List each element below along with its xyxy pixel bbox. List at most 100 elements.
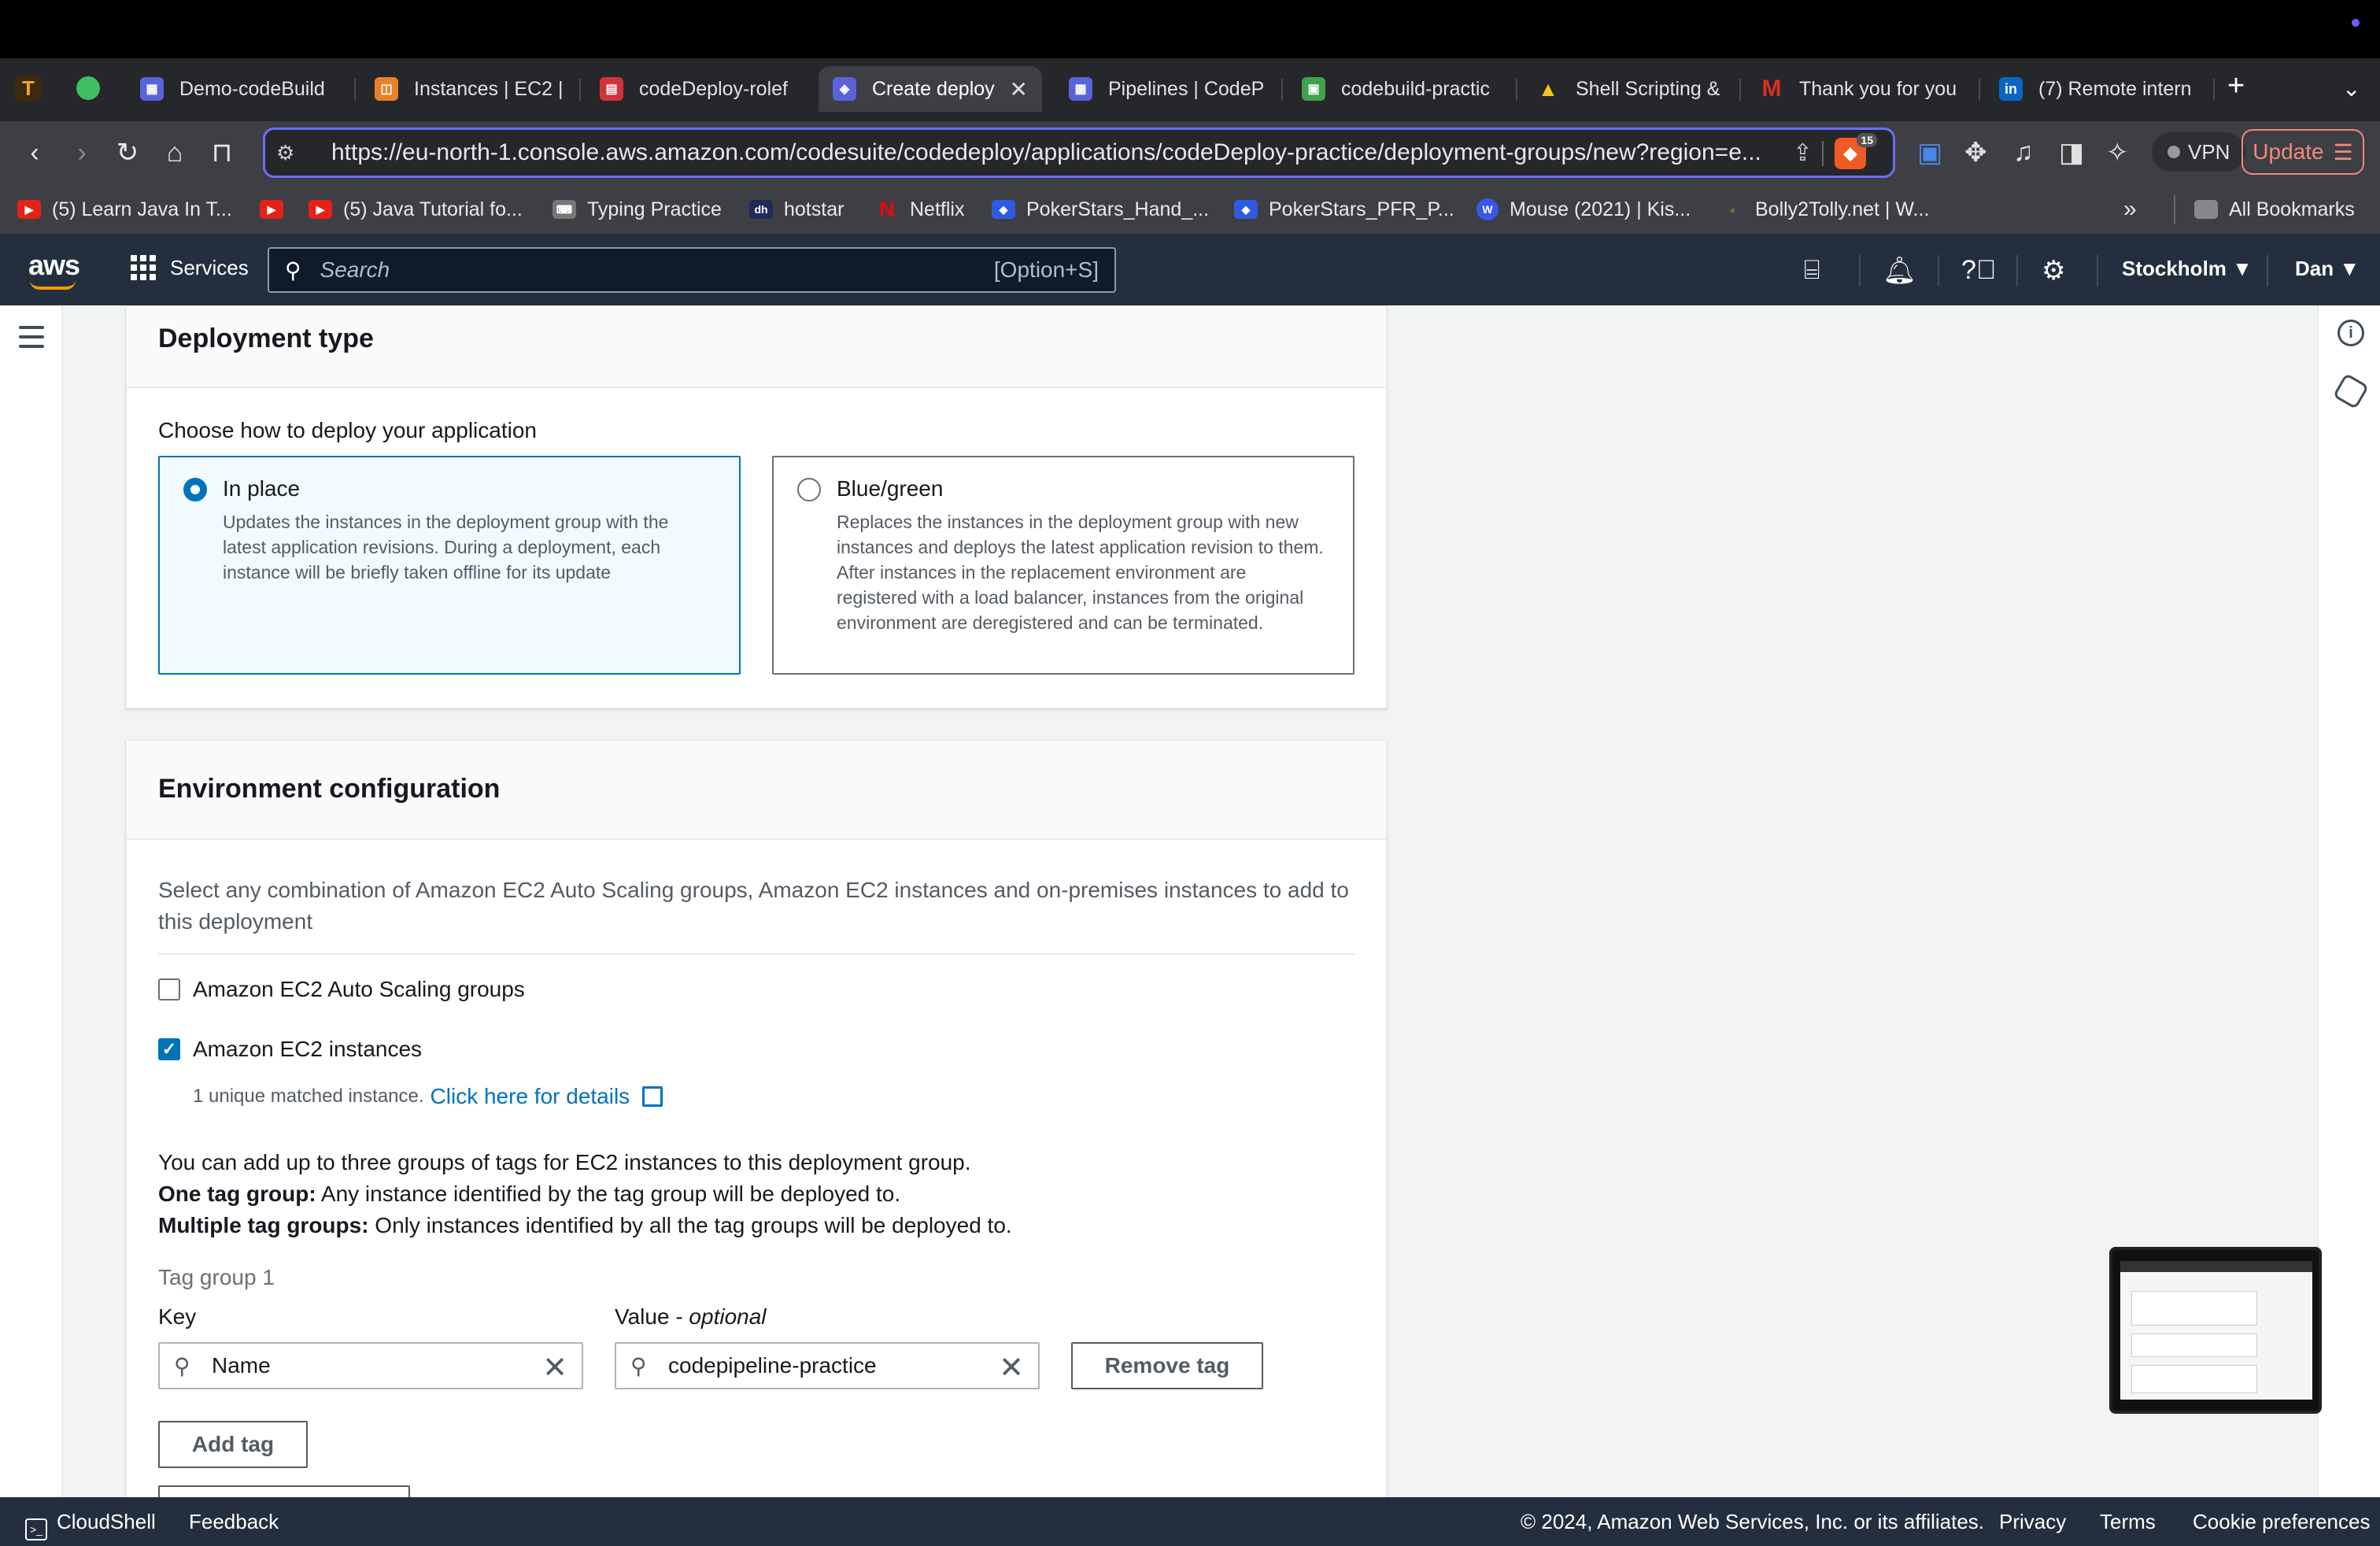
url-text[interactable]: https://eu-north-1.console.aws.amazon.co…: [331, 139, 1779, 166]
tag-key-input[interactable]: ⚲ Name ✕: [158, 1342, 583, 1389]
environment-configuration-panel: Environment configuration Select any com…: [126, 740, 1387, 1517]
environment-description: Select any combination of Amazon EC2 Aut…: [158, 878, 1349, 934]
youtube-icon: ▶: [17, 200, 41, 219]
key-label: Key: [158, 1304, 197, 1329]
details-link[interactable]: Click here for details: [431, 1084, 630, 1109]
tab-codedeploy-role[interactable]: ▤ codeDeploy-rolef: [586, 66, 806, 112]
notifications-bell-icon[interactable]: 🔔︎: [1883, 255, 1916, 287]
hamburger-menu-icon[interactable]: [19, 326, 44, 354]
external-link-icon[interactable]: [642, 1086, 663, 1107]
services-menu[interactable]: Services: [131, 255, 249, 280]
pinned-tab-green[interactable]: [66, 66, 110, 110]
vpn-button[interactable]: VPN: [2152, 132, 2246, 172]
bookmark-icon[interactable]: ⊓: [205, 135, 239, 170]
youtube-icon: ▶: [309, 200, 332, 219]
aws-logo[interactable]: aws: [28, 249, 80, 290]
all-bookmarks[interactable]: All Bookmarks: [2174, 195, 2355, 224]
info-icon[interactable]: i: [2338, 320, 2364, 346]
blue-green-option[interactable]: Blue/green Replaces the instances in the…: [772, 456, 1354, 675]
ec2-instances-checkbox[interactable]: ✓ Amazon EC2 instances: [158, 1037, 422, 1062]
tab-list-chevron-icon[interactable]: ⌄: [2342, 76, 2360, 102]
feedback-hex-icon[interactable]: [2332, 372, 2370, 410]
console-footer: >_ CloudShell Feedback © 2024, Amazon Web…: [0, 1497, 2380, 1546]
codepipeline-icon: ▦: [1069, 77, 1092, 101]
tab-instances-ec2[interactable]: ◫ Instances | EC2 |: [360, 66, 573, 112]
asg-checkbox[interactable]: Amazon EC2 Auto Scaling groups: [158, 977, 525, 1002]
clear-icon[interactable]: ✕: [999, 1350, 1024, 1385]
copyright-text: © 2024, Amazon Web Services, Inc. or its…: [1521, 1510, 1985, 1533]
tab-linkedin[interactable]: in (7) Remote intern: [1985, 66, 2213, 112]
sidebar-icon[interactable]: ◨: [2059, 137, 2084, 168]
settings-gear-icon[interactable]: ⚙: [2042, 255, 2065, 287]
keyboard-icon: ⌨: [552, 200, 576, 219]
site-settings-icon[interactable]: ⚙: [276, 141, 308, 165]
checkbox-checked-icon[interactable]: ✓: [158, 1038, 180, 1060]
bookmark-item[interactable]: ◆ PokerStars_PFR_P...: [1234, 195, 1454, 224]
reload-icon[interactable]: ↻: [110, 135, 145, 170]
feedback-link[interactable]: Feedback: [189, 1510, 279, 1534]
address-bar[interactable]: ⚙ https://eu-north-1.console.aws.amazon.…: [263, 128, 1895, 178]
radio-selected[interactable]: [183, 478, 207, 501]
add-tag-button[interactable]: Add tag: [158, 1421, 308, 1468]
linkedin-icon: in: [1999, 77, 2023, 101]
deploy-method-label: Choose how to deploy your application: [158, 418, 537, 442]
in-place-option[interactable]: In place Updates the instances in the de…: [158, 456, 741, 675]
tab-pipelines[interactable]: ▦ Pipelines | CodeP: [1055, 66, 1275, 112]
folder-icon: [2194, 200, 2218, 219]
music-icon[interactable]: ♫: [2013, 137, 2034, 168]
privacy-link[interactable]: Privacy: [1999, 1510, 2066, 1534]
tag-value-input[interactable]: ⚲ codepipeline-practice ✕: [615, 1342, 1040, 1389]
grid-icon: [131, 255, 156, 280]
deployment-type-panel: Deployment type Choose how to deploy you…: [126, 305, 1387, 708]
region-selector[interactable]: Stockholm ▼: [2122, 257, 2252, 281]
bookmark-item[interactable]: W Mouse (2021) | Kis...: [1476, 195, 1691, 224]
bookmark-item[interactable]: dh hotstar: [749, 195, 844, 224]
bookmark-item[interactable]: ⌨ Typing Practice: [552, 195, 722, 224]
leo-ai-icon[interactable]: ✧: [2106, 137, 2129, 168]
cookie-preferences-link[interactable]: Cookie preferences: [2193, 1510, 2370, 1534]
cloudshell-button[interactable]: >_ CloudShell: [25, 1510, 156, 1540]
tab-demo-codebuild[interactable]: ▦ Demo-codeBuild: [126, 66, 348, 112]
bolly-icon: ◕: [1728, 203, 1736, 216]
clear-icon[interactable]: ✕: [542, 1350, 567, 1385]
pinned-tab-t[interactable]: T: [6, 66, 50, 110]
tab-create-deployment[interactable]: ◈ Create deploy ✕: [819, 66, 1042, 112]
help-panel-rail: i: [2317, 305, 2380, 1497]
home-icon[interactable]: ⌂: [157, 135, 192, 170]
bookmark-item[interactable]: ◆ PokerStars_Hand_...: [992, 195, 1209, 224]
matched-instances: 1 unique matched instance. Click here fo…: [193, 1084, 663, 1109]
youtube-icon: ▶: [260, 200, 283, 219]
remove-tag-button[interactable]: Remove tag: [1071, 1342, 1263, 1389]
bookmark-item[interactable]: ◕ Bolly2Tolly.net | W...: [1720, 195, 1930, 224]
tab-codebuild-practice[interactable]: ▣ codebuild-practic: [1288, 66, 1511, 112]
bookmark-item[interactable]: ▶ (5) Learn Java In T...: [17, 195, 232, 224]
drive-icon: ▲: [1538, 76, 1558, 101]
translate-icon[interactable]: ▣: [1917, 137, 1942, 168]
brave-shield-icon[interactable]: ◆ 15: [1835, 133, 1877, 169]
tab-shell-scripting[interactable]: ▲ Shell Scripting &: [1522, 66, 1735, 112]
close-icon[interactable]: ✕: [999, 76, 1028, 102]
tab-gmail[interactable]: M Thank you for you: [1746, 66, 1974, 112]
cloudshell-icon[interactable]: ⌸: [1804, 255, 1820, 286]
help-icon[interactable]: ?⃝: [1961, 255, 1996, 286]
terms-link[interactable]: Terms: [2100, 1510, 2156, 1534]
new-tab-button[interactable]: +: [2227, 69, 2245, 103]
extensions-icon[interactable]: ✥: [1964, 137, 1987, 168]
codebuild-icon: ▣: [1302, 77, 1325, 101]
dropbox-icon: ◆: [1234, 200, 1258, 219]
checkbox-unchecked[interactable]: [158, 978, 180, 1000]
radio-unselected[interactable]: [797, 478, 821, 501]
bookmarks-overflow[interactable]: »: [2123, 195, 2137, 224]
share-icon[interactable]: ⇪: [1793, 139, 1813, 167]
back-arrow-icon[interactable]: ‹: [17, 135, 52, 170]
bookmark-item[interactable]: ▶: [260, 195, 294, 224]
account-menu[interactable]: Dan ▼: [2295, 257, 2360, 281]
forward-arrow-icon[interactable]: ›: [65, 135, 99, 170]
tab-preview-thumbnail[interactable]: [2109, 1247, 2322, 1414]
search-input[interactable]: ⚲ Search [Option+S]: [268, 247, 1116, 293]
netflix-icon: N: [878, 197, 896, 221]
bookmark-item[interactable]: ▶ (5) Java Tutorial fo...: [309, 195, 523, 224]
update-button[interactable]: Update ☰: [2241, 129, 2364, 175]
bookmark-item[interactable]: N Netflix: [875, 195, 965, 224]
codebuild-icon: ▦: [140, 77, 164, 101]
